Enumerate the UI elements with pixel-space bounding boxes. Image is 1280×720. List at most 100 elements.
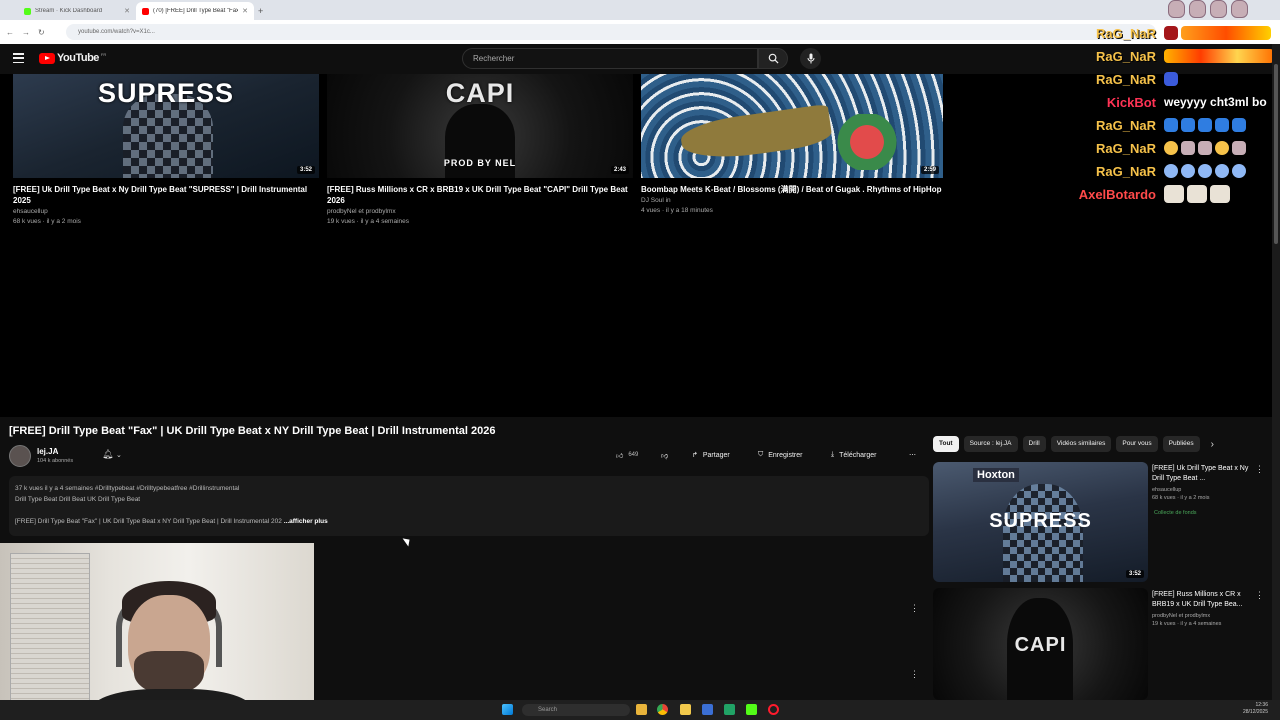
chip-source[interactable]: Source : lej.JA	[963, 436, 1018, 452]
chat-message: RaG_NaR	[1070, 137, 1280, 159]
windows-taskbar: Search 12:36 28/12/2025	[0, 700, 1280, 720]
end-card-title[interactable]: [FREE] Uk Drill Type Beat x Ny Drill Typ…	[13, 184, 319, 206]
download-label: Télécharger	[839, 451, 877, 459]
scrollbar-thumb[interactable]	[1274, 64, 1278, 244]
recommended-video[interactable]: CAPI [FREE] Russ Millions x CR x BRB19 x…	[933, 588, 1273, 700]
share-button[interactable]: ↱ Partager	[692, 447, 730, 463]
voice-search-button[interactable]	[800, 48, 821, 69]
forward-icon[interactable]: →	[22, 28, 30, 37]
chat-avatar-row	[1168, 0, 1248, 18]
description-text-row: [FREE] Drill Type Beat "Fax" | UK Drill …	[15, 516, 923, 527]
save-label: Enregistrer	[768, 451, 803, 459]
description-text: [FREE] Drill Type Beat "Fax" | UK Drill …	[15, 518, 282, 525]
chevron-right-icon[interactable]: ›	[1211, 439, 1214, 450]
search-button[interactable]	[758, 48, 788, 69]
url-input[interactable]: youtube.com/watch?v=X1c...	[66, 24, 1156, 40]
recommended-channel[interactable]: ehsaucellup	[1152, 486, 1252, 494]
duration-badge: 2:43	[610, 166, 629, 174]
end-card-video[interactable]: CAPI PROD BY NEL 2:43 [FREE] Russ Millio…	[327, 74, 633, 227]
recommended-thumbnail[interactable]: Hoxton SUPRESS 3:52	[933, 462, 1148, 582]
more-options-icon[interactable]: ⋮	[910, 603, 919, 614]
kick-icon[interactable]	[746, 704, 757, 715]
youtube-header: YouTube FR Rechercher	[0, 44, 1080, 74]
dislike-button[interactable]: 👎︎	[661, 447, 668, 463]
recommended-meta: 68 k vues · il y a 2 mois	[1152, 495, 1210, 501]
recommended-channel[interactable]: prodbyNel et prodbylmx	[1152, 612, 1252, 620]
chat-username: RaG_NaR	[1096, 140, 1156, 156]
youtube-play-icon	[39, 52, 55, 64]
show-more-link[interactable]: ...afficher plus	[284, 518, 328, 525]
end-card-title[interactable]: [FREE] Russ Millions x CR x BRB19 x UK D…	[327, 184, 633, 206]
chip-tout[interactable]: Tout	[933, 436, 959, 452]
end-card-channel[interactable]: ehsaucellup	[13, 207, 319, 217]
end-card-video[interactable]: 2:59 Boombap Meets K-Beat / Blossoms (满開…	[641, 74, 943, 216]
close-tab-icon[interactable]: ✕	[242, 7, 248, 15]
end-card-meta: 19 k vues · il y a 4 semaines	[327, 218, 410, 225]
thumbnail-text: SUPRESS	[97, 78, 235, 108]
description-box[interactable]: 37 k vues il y a 4 semaines #Drilltypebe…	[9, 476, 929, 536]
end-card-video[interactable]: SUPRESS 3:52 [FREE] Uk Drill Type Beat x…	[13, 74, 319, 227]
folder-icon[interactable]	[680, 704, 691, 715]
recommended-meta: 19 k vues · il y a 4 semaines	[1152, 621, 1222, 627]
chat-emotes	[1164, 26, 1274, 41]
channel-name[interactable]: lej.JA	[37, 447, 58, 456]
chat-emotes	[1164, 185, 1233, 203]
file-explorer-icon[interactable]	[636, 704, 647, 715]
thumbnail-subtext: PROD BY NEL	[443, 158, 517, 168]
end-card-thumbnail[interactable]: SUPRESS 3:52	[13, 74, 319, 178]
youtube-logo[interactable]: YouTube FR	[39, 52, 106, 64]
tab-youtube-video[interactable]: (70) [FREE] Drill Type Beat "Fax" ✕	[136, 2, 254, 20]
tab-title: Stream · Kick Dashboard	[35, 8, 103, 14]
new-tab-icon[interactable]: +	[258, 6, 263, 16]
chip-similar[interactable]: Vidéos similaires	[1050, 436, 1112, 452]
end-card-title[interactable]: Boombap Meets K-Beat / Blossoms (满開) / B…	[641, 184, 943, 195]
search-input[interactable]: Rechercher	[462, 48, 758, 69]
save-button[interactable]: ⛉ Enregistrer	[758, 447, 802, 463]
download-button[interactable]: ⤓ Télécharger	[831, 447, 876, 463]
more-options-icon[interactable]: ⋮	[910, 669, 919, 680]
chip-for-you[interactable]: Pour vous	[1116, 436, 1158, 452]
end-card-meta: 68 k vues · il y a 2 mois	[13, 218, 81, 225]
webcam-overlay	[0, 543, 314, 720]
like-count: 649	[628, 452, 639, 458]
more-actions-icon[interactable]: ⋯	[909, 447, 916, 463]
recommended-video[interactable]: Hoxton SUPRESS 3:52 [FREE] Uk Drill Type…	[933, 462, 1273, 582]
hamburger-menu-icon[interactable]	[13, 53, 24, 63]
notification-bell-button[interactable]: 🔔︎ ⌄	[102, 449, 122, 460]
back-icon[interactable]: ←	[6, 28, 14, 37]
reload-icon[interactable]: ↻	[38, 28, 45, 37]
taskbar-search[interactable]: Search	[522, 704, 630, 716]
app-icon[interactable]	[702, 704, 713, 715]
more-options-icon[interactable]: ⋮	[1255, 464, 1264, 475]
end-card-channel[interactable]: prodbyNel et prodbylmx	[327, 207, 633, 217]
end-card-thumbnail[interactable]: 2:59	[641, 74, 943, 178]
stream-chat-overlay: RaG_NaR RaG_NaR RaG_NaR KickBot weyyyy c…	[1070, 0, 1280, 212]
system-clock[interactable]: 12:36 28/12/2025	[1243, 702, 1268, 716]
channel-avatar[interactable]	[9, 445, 31, 467]
recommended-thumbnail[interactable]: CAPI	[933, 588, 1148, 700]
chip-drill[interactable]: Drill	[1022, 436, 1046, 452]
avatar	[1189, 0, 1206, 18]
page-scrollbar[interactable]	[1272, 44, 1280, 700]
close-tab-icon[interactable]: ✕	[124, 7, 130, 15]
bell-icon: 🔔︎	[102, 449, 114, 459]
end-card-meta: 4 vues · il y a 18 minutes	[641, 207, 713, 214]
recommended-title[interactable]: [FREE] Uk Drill Type Beat x Ny Drill Typ…	[1152, 464, 1252, 484]
spreadsheet-icon[interactable]	[724, 704, 735, 715]
end-card-thumbnail[interactable]: CAPI PROD BY NEL 2:43	[327, 74, 633, 178]
logo-country: FR	[100, 52, 107, 57]
chat-emotes	[1164, 72, 1181, 87]
recommended-title[interactable]: [FREE] Russ Millions x CR x BRB19 x UK D…	[1152, 590, 1252, 610]
end-card-channel[interactable]: DJ Soul in	[641, 196, 943, 206]
tab-kick-dashboard[interactable]: Stream · Kick Dashboard ✕	[18, 2, 136, 20]
chrome-icon[interactable]	[657, 704, 668, 715]
like-button[interactable]: 👍︎ 649	[616, 447, 638, 463]
more-options-icon[interactable]: ⋮	[1255, 590, 1264, 601]
windows-start-icon[interactable]	[502, 704, 513, 715]
chip-published[interactable]: Publiées	[1162, 436, 1200, 452]
avatar	[1168, 0, 1185, 18]
chat-message: RaG_NaR	[1070, 114, 1280, 136]
opera-icon[interactable]	[768, 704, 779, 715]
share-icon: ↱	[692, 452, 698, 459]
browser-tab-strip: Stream · Kick Dashboard ✕ (70) [FREE] Dr…	[0, 0, 1280, 20]
